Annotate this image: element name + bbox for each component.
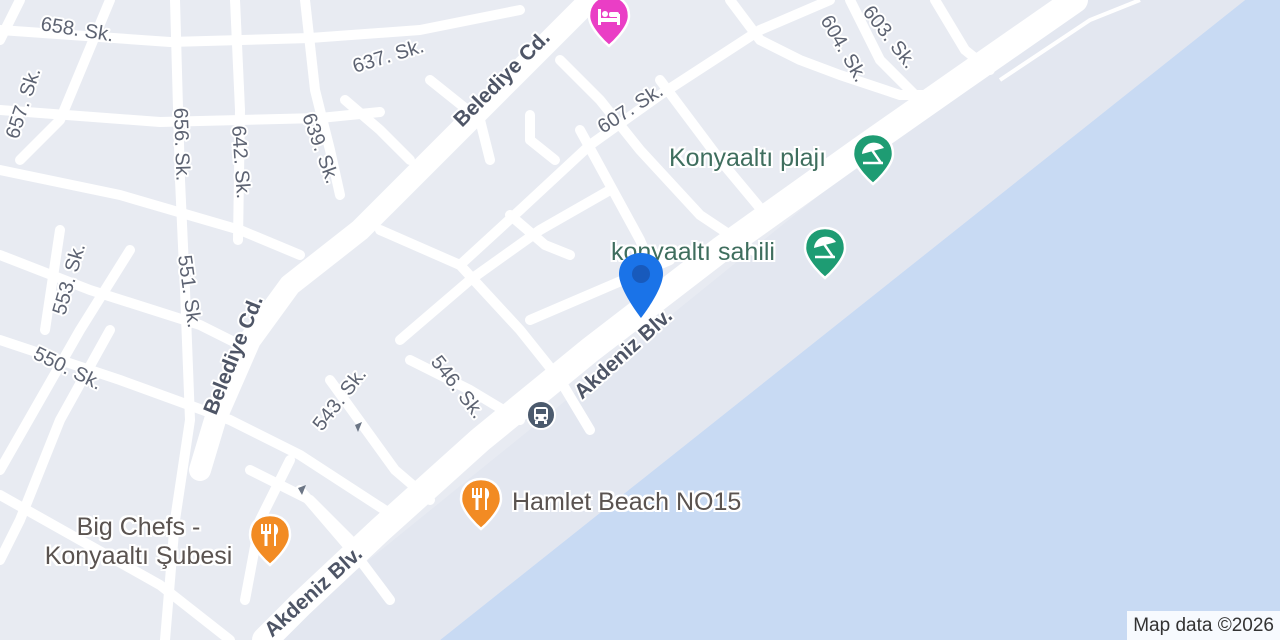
sea-area xyxy=(440,0,1280,640)
big-chefs-pin[interactable] xyxy=(247,513,293,567)
hotel-pin[interactable] xyxy=(586,0,632,48)
hamlet-beach-pin[interactable] xyxy=(458,477,504,531)
street-label-657: 657. Sk. xyxy=(2,65,46,142)
street-label-546: 546. Sk. xyxy=(426,352,489,423)
poi-label-big-chefs-line2: Konyaaltı Şubesi xyxy=(44,542,233,570)
konyaalti-sahili-pin[interactable] xyxy=(802,226,848,280)
street-label-637: 637. Sk. xyxy=(350,35,427,77)
street-label-642: 642. Sk. xyxy=(227,125,254,200)
poi-label-big-chefs-line1: Big Chefs - xyxy=(76,513,201,541)
poi-label-big-chefs[interactable]: Big Chefs - Konyaaltı Şubesi xyxy=(35,513,242,571)
konyaalti-plaji-pin[interactable] xyxy=(850,132,896,186)
street-label-belediye-top: Belediye Cd. xyxy=(449,26,554,131)
street-label-656: 656. Sk. xyxy=(169,107,194,181)
bus-stop-icon[interactable] xyxy=(526,400,556,430)
poi-label-hamlet-beach[interactable]: Hamlet Beach NO15 xyxy=(512,488,741,517)
map-canvas[interactable]: 658. Sk. 637. Sk. Belediye Cd. 657. Sk. … xyxy=(0,0,1280,640)
poi-label-konyaalti-plaji[interactable]: Konyaaltı plajı xyxy=(669,144,826,173)
street-label-639: 639. Sk. xyxy=(297,110,343,186)
location-pin-icon[interactable] xyxy=(615,250,667,322)
map-data-credit: Map data ©2026 xyxy=(1127,611,1280,640)
